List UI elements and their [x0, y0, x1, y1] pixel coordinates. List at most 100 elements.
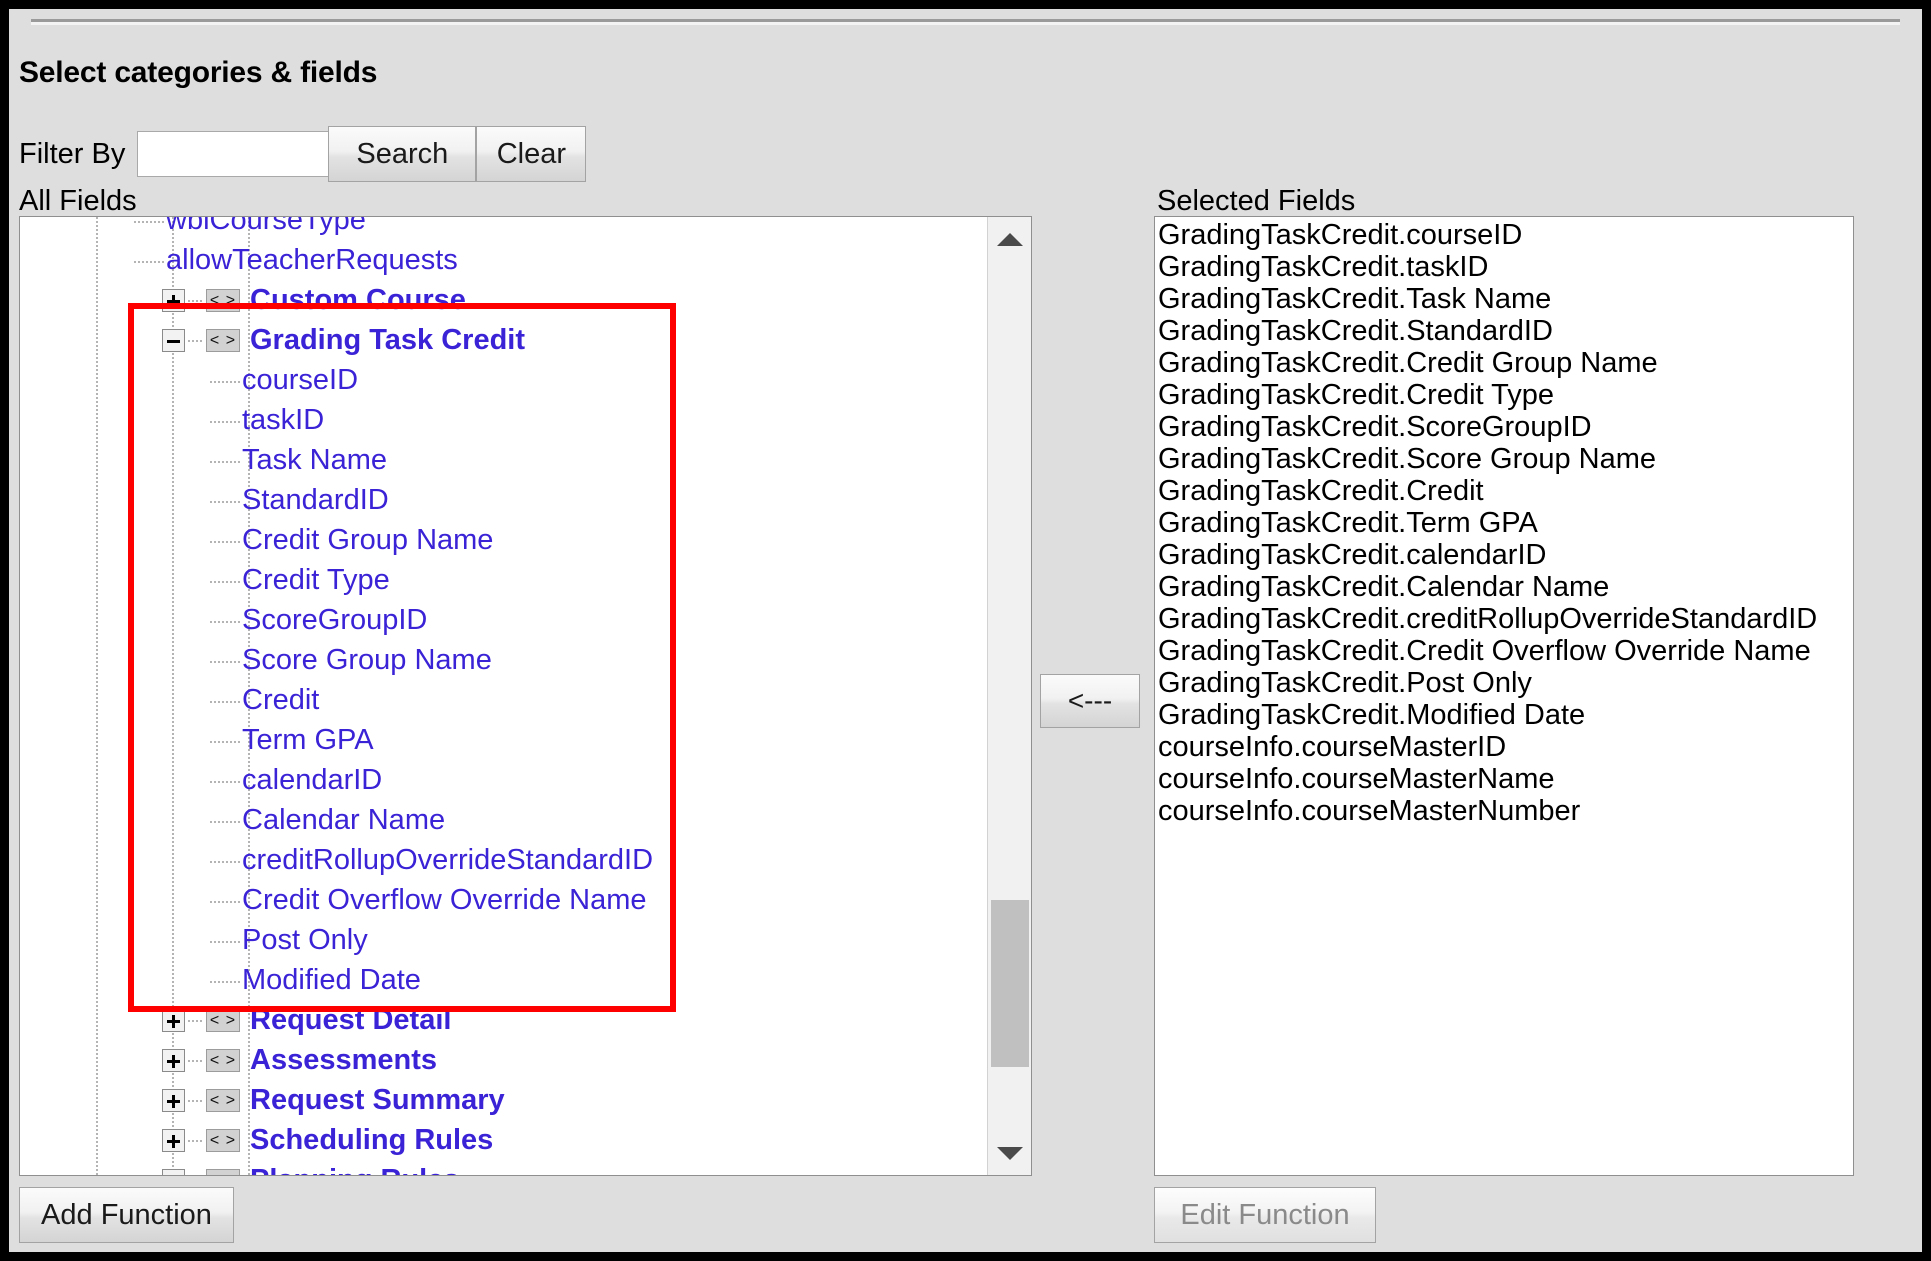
tree-category-node[interactable]: < > Scheduling Rules [20, 1120, 989, 1160]
tree-elbow [210, 661, 240, 663]
dialog-window: Select categories & fields Filter By Sea… [9, 9, 1922, 1252]
tree-node-label: ScoreGroupID [242, 600, 427, 640]
tree-field-node[interactable]: calendarID [20, 760, 989, 800]
filter-by-label: Filter By [19, 138, 125, 171]
tree-field-node[interactable]: taskID [20, 400, 989, 440]
tree-node-label: Credit Group Name [242, 520, 493, 560]
tree-field-node[interactable]: wblCourseType [20, 217, 989, 240]
tree-node-label: Assessments [250, 1040, 437, 1080]
tree-node-label: Scheduling Rules [250, 1120, 493, 1160]
tree-field-node[interactable]: Credit Overflow Override Name [20, 880, 989, 920]
selected-field-item[interactable]: courseInfo.courseMasterName [1155, 763, 1853, 795]
clear-button[interactable]: Clear [476, 126, 586, 182]
tree-field-node[interactable]: Credit [20, 680, 989, 720]
tree-category-node[interactable]: < > Assessments [20, 1040, 989, 1080]
tree-node-label: Term GPA [242, 720, 374, 760]
tree-node-label: Credit [242, 680, 319, 720]
expand-icon[interactable] [162, 1089, 185, 1112]
selected-field-item[interactable]: courseInfo.courseMasterNumber [1155, 795, 1853, 827]
move-left-button[interactable]: <--- [1040, 674, 1140, 728]
tree-connector [188, 1060, 202, 1062]
page-title: Select categories & fields [19, 56, 377, 90]
selected-field-item[interactable]: GradingTaskCredit.Credit Group Name [1155, 347, 1853, 379]
filter-by-input[interactable] [137, 131, 329, 177]
search-button[interactable]: Search [328, 126, 476, 182]
selected-field-item[interactable]: GradingTaskCredit.calendarID [1155, 539, 1853, 571]
tree-field-node[interactable]: StandardID [20, 480, 989, 520]
tree-field-node[interactable]: Credit Group Name [20, 520, 989, 560]
tree-elbow [210, 981, 240, 983]
code-brackets-icon[interactable]: < > [206, 329, 240, 352]
tree-field-node[interactable]: Post Only [20, 920, 989, 960]
add-function-button[interactable]: Add Function [19, 1187, 234, 1243]
selected-field-item[interactable]: GradingTaskCredit.Modified Date [1155, 699, 1853, 731]
expand-icon[interactable] [162, 289, 185, 312]
expand-icon[interactable] [162, 1169, 185, 1175]
tree-elbow [210, 381, 240, 383]
selected-field-item[interactable]: GradingTaskCredit.Calendar Name [1155, 571, 1853, 603]
tree-category-node[interactable]: < > Request Detail [20, 1000, 989, 1040]
all-fields-tree-panel[interactable]: wblCourseTypeallowTeacherRequests < > Cust… [19, 216, 1032, 1176]
selected-field-item[interactable]: GradingTaskCredit.Credit Type [1155, 379, 1853, 411]
tree-node-label: Custom Course [250, 280, 466, 320]
scroll-down-arrow-icon[interactable] [988, 1131, 1031, 1175]
tree-connector [188, 1140, 202, 1142]
selected-fields-label: Selected Fields [1157, 185, 1355, 218]
tree-field-node[interactable]: Task Name [20, 440, 989, 480]
tree-node-label: allowTeacherRequests [166, 240, 458, 280]
selected-field-item[interactable]: GradingTaskCredit.StandardID [1155, 315, 1853, 347]
tree-vertical-scrollbar[interactable] [987, 217, 1031, 1175]
tree-field-node[interactable]: Term GPA [20, 720, 989, 760]
tree-field-node[interactable]: Modified Date [20, 960, 989, 1000]
tree-node-label: creditRollupOverrideStandardID [242, 840, 653, 880]
code-brackets-icon[interactable]: < > [206, 289, 240, 312]
selected-field-item[interactable]: GradingTaskCredit.Task Name [1155, 283, 1853, 315]
expand-icon[interactable] [162, 1049, 185, 1072]
code-brackets-icon[interactable]: < > [206, 1009, 240, 1032]
selected-field-item[interactable]: GradingTaskCredit.ScoreGroupID [1155, 411, 1853, 443]
tree-category-node[interactable]: < >Planning Rules [20, 1160, 989, 1175]
selected-field-item[interactable]: courseInfo.courseMasterID [1155, 731, 1853, 763]
scroll-up-arrow-icon[interactable] [988, 217, 1031, 261]
tree-node-label: StandardID [242, 480, 389, 520]
tree-node-label: Request Detail [250, 1000, 451, 1040]
tree-field-node[interactable]: Score Group Name [20, 640, 989, 680]
selected-field-item[interactable]: GradingTaskCredit.taskID [1155, 251, 1853, 283]
tree-elbow [210, 781, 240, 783]
collapse-icon[interactable] [162, 329, 185, 352]
tree-field-node[interactable]: ScoreGroupID [20, 600, 989, 640]
tree-elbow [210, 741, 240, 743]
tree-field-node[interactable]: allowTeacherRequests [20, 240, 989, 280]
tree-node-label: courseID [242, 360, 358, 400]
expand-icon[interactable] [162, 1129, 185, 1152]
tree-node-label: calendarID [242, 760, 382, 800]
tree-field-node[interactable]: Calendar Name [20, 800, 989, 840]
selected-field-item[interactable]: GradingTaskCredit.Credit [1155, 475, 1853, 507]
tree-category-node[interactable]: < > Request Summary [20, 1080, 989, 1120]
selected-fields-list[interactable]: GradingTaskCredit.courseIDGradingTaskCre… [1154, 216, 1854, 1176]
tree-field-node[interactable]: Credit Type [20, 560, 989, 600]
selected-field-item[interactable]: GradingTaskCredit.Credit Overflow Overri… [1155, 635, 1853, 667]
tree-node-label: Modified Date [242, 960, 421, 1000]
selected-field-item[interactable]: GradingTaskCredit.Term GPA [1155, 507, 1853, 539]
tree-node-label: Task Name [242, 440, 387, 480]
tree-category-node[interactable]: < >Grading Task Credit [20, 320, 989, 360]
code-brackets-icon[interactable]: < > [206, 1169, 240, 1175]
code-brackets-icon[interactable]: < > [206, 1049, 240, 1072]
tree-connector [188, 1020, 202, 1022]
tree-elbow [210, 461, 240, 463]
code-brackets-icon[interactable]: < > [206, 1129, 240, 1152]
tree-field-node[interactable]: creditRollupOverrideStandardID [20, 840, 989, 880]
selected-field-item[interactable]: GradingTaskCredit.Score Group Name [1155, 443, 1853, 475]
scrollbar-thumb[interactable] [991, 900, 1029, 1067]
selected-field-item[interactable]: GradingTaskCredit.Post Only [1155, 667, 1853, 699]
tree-category-node[interactable]: < > Custom Course [20, 280, 989, 320]
tree-connector [188, 300, 202, 302]
tree-node-label: Request Summary [250, 1080, 505, 1120]
tree-node-label: taskID [242, 400, 324, 440]
code-brackets-icon[interactable]: < > [206, 1089, 240, 1112]
selected-field-item[interactable]: GradingTaskCredit.courseID [1155, 219, 1853, 251]
selected-field-item[interactable]: GradingTaskCredit.creditRollupOverrideSt… [1155, 603, 1853, 635]
tree-field-node[interactable]: courseID [20, 360, 989, 400]
expand-icon[interactable] [162, 1009, 185, 1032]
